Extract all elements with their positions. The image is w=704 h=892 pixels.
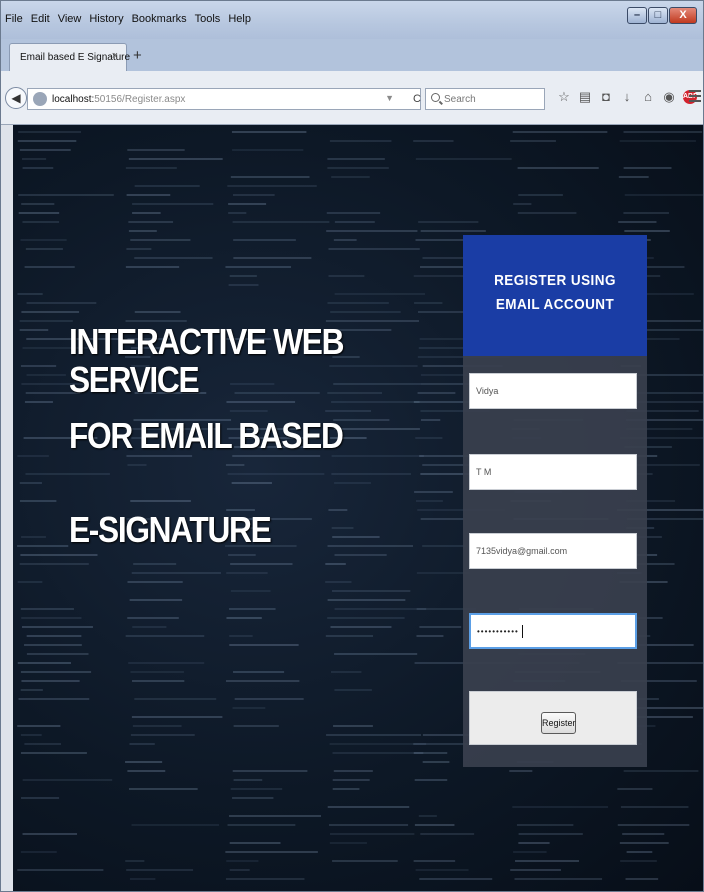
submit-row: Register [469, 691, 637, 745]
password-mask: ••••••••••• [477, 627, 519, 636]
tab-strip: Email based E Signature × + [1, 39, 703, 71]
password-field[interactable]: ••••••••••• [469, 613, 637, 649]
page-viewport: INTERACTIVE WEB SERVICE FOR EMAIL BASED … [13, 125, 703, 891]
tab-email-signature[interactable]: Email based E Signature × [9, 43, 130, 71]
email-value: 7135vidya@gmail.com [476, 546, 568, 556]
close-window-button[interactable]: X [669, 7, 697, 24]
last-name-value: T M [476, 467, 492, 477]
back-button[interactable]: ◀ [5, 87, 27, 109]
menu-view[interactable]: View [58, 13, 82, 25]
pocket-icon[interactable]: ◘ [599, 89, 613, 105]
hero-heading-line-3: E-SIGNATURE [69, 509, 272, 550]
menu-tools[interactable]: Tools [195, 13, 221, 25]
toolbar-icons: ☆ ▤ ◘ ↓ ⌂ ◉ ABP [557, 89, 698, 105]
browser-window: File Edit View History Bookmarks Tools H… [0, 0, 704, 892]
menu-bar: File Edit View History Bookmarks Tools H… [5, 13, 251, 25]
url-dropdown-icon[interactable]: ▼ [385, 93, 394, 103]
home-icon[interactable]: ⌂ [641, 89, 655, 105]
title-bar: File Edit View History Bookmarks Tools H… [1, 1, 703, 39]
register-title: REGISTER USING EMAIL ACCOUNT [494, 272, 616, 313]
tab-close-icon[interactable]: × [112, 50, 118, 62]
star-icon[interactable]: ☆ [557, 89, 571, 105]
menu-help[interactable]: Help [228, 13, 251, 25]
last-name-field[interactable]: T M [469, 454, 637, 490]
search-box[interactable]: Search [425, 88, 545, 110]
chat-icon[interactable]: ◉ [662, 89, 676, 105]
maximize-button[interactable]: □ [648, 7, 668, 24]
new-tab-button[interactable]: + [133, 47, 142, 64]
first-name-field[interactable]: Vidya [469, 373, 637, 409]
globe-icon [33, 92, 47, 106]
window-controls: – □ X [626, 7, 697, 24]
menu-history[interactable]: History [89, 13, 123, 25]
back-arrow-icon: ◀ [11, 91, 21, 105]
hero-heading-line-2: FOR EMAIL BASED [69, 415, 344, 456]
menu-file[interactable]: File [5, 13, 23, 25]
address-bar[interactable]: localhost:50156/Register.aspx ▼ [27, 88, 421, 110]
menu-bookmarks[interactable]: Bookmarks [132, 13, 187, 25]
text-caret [522, 625, 523, 638]
register-panel-header: REGISTER USING EMAIL ACCOUNT [463, 235, 647, 356]
register-button[interactable]: Register [541, 712, 576, 734]
reading-list-icon[interactable]: ▤ [578, 89, 592, 105]
register-panel: REGISTER USING EMAIL ACCOUNT Vidya T M 7… [463, 235, 647, 767]
search-placeholder: Search [444, 94, 476, 105]
hero-heading: INTERACTIVE WEB SERVICE FOR EMAIL BASED … [69, 323, 386, 605]
hamburger-menu-icon[interactable] [689, 90, 701, 104]
hero-heading-line-1: INTERACTIVE WEB SERVICE [69, 321, 344, 400]
url-text: localhost:50156/Register.aspx [52, 94, 186, 105]
navigation-bar: ◀ localhost:50156/Register.aspx ▼ C Sear… [1, 71, 703, 125]
first-name-value: Vidya [476, 386, 499, 396]
menu-edit[interactable]: Edit [31, 13, 50, 25]
search-icon [431, 93, 440, 102]
download-icon[interactable]: ↓ [620, 89, 634, 105]
email-field[interactable]: 7135vidya@gmail.com [469, 533, 637, 569]
minimize-button[interactable]: – [627, 7, 647, 24]
